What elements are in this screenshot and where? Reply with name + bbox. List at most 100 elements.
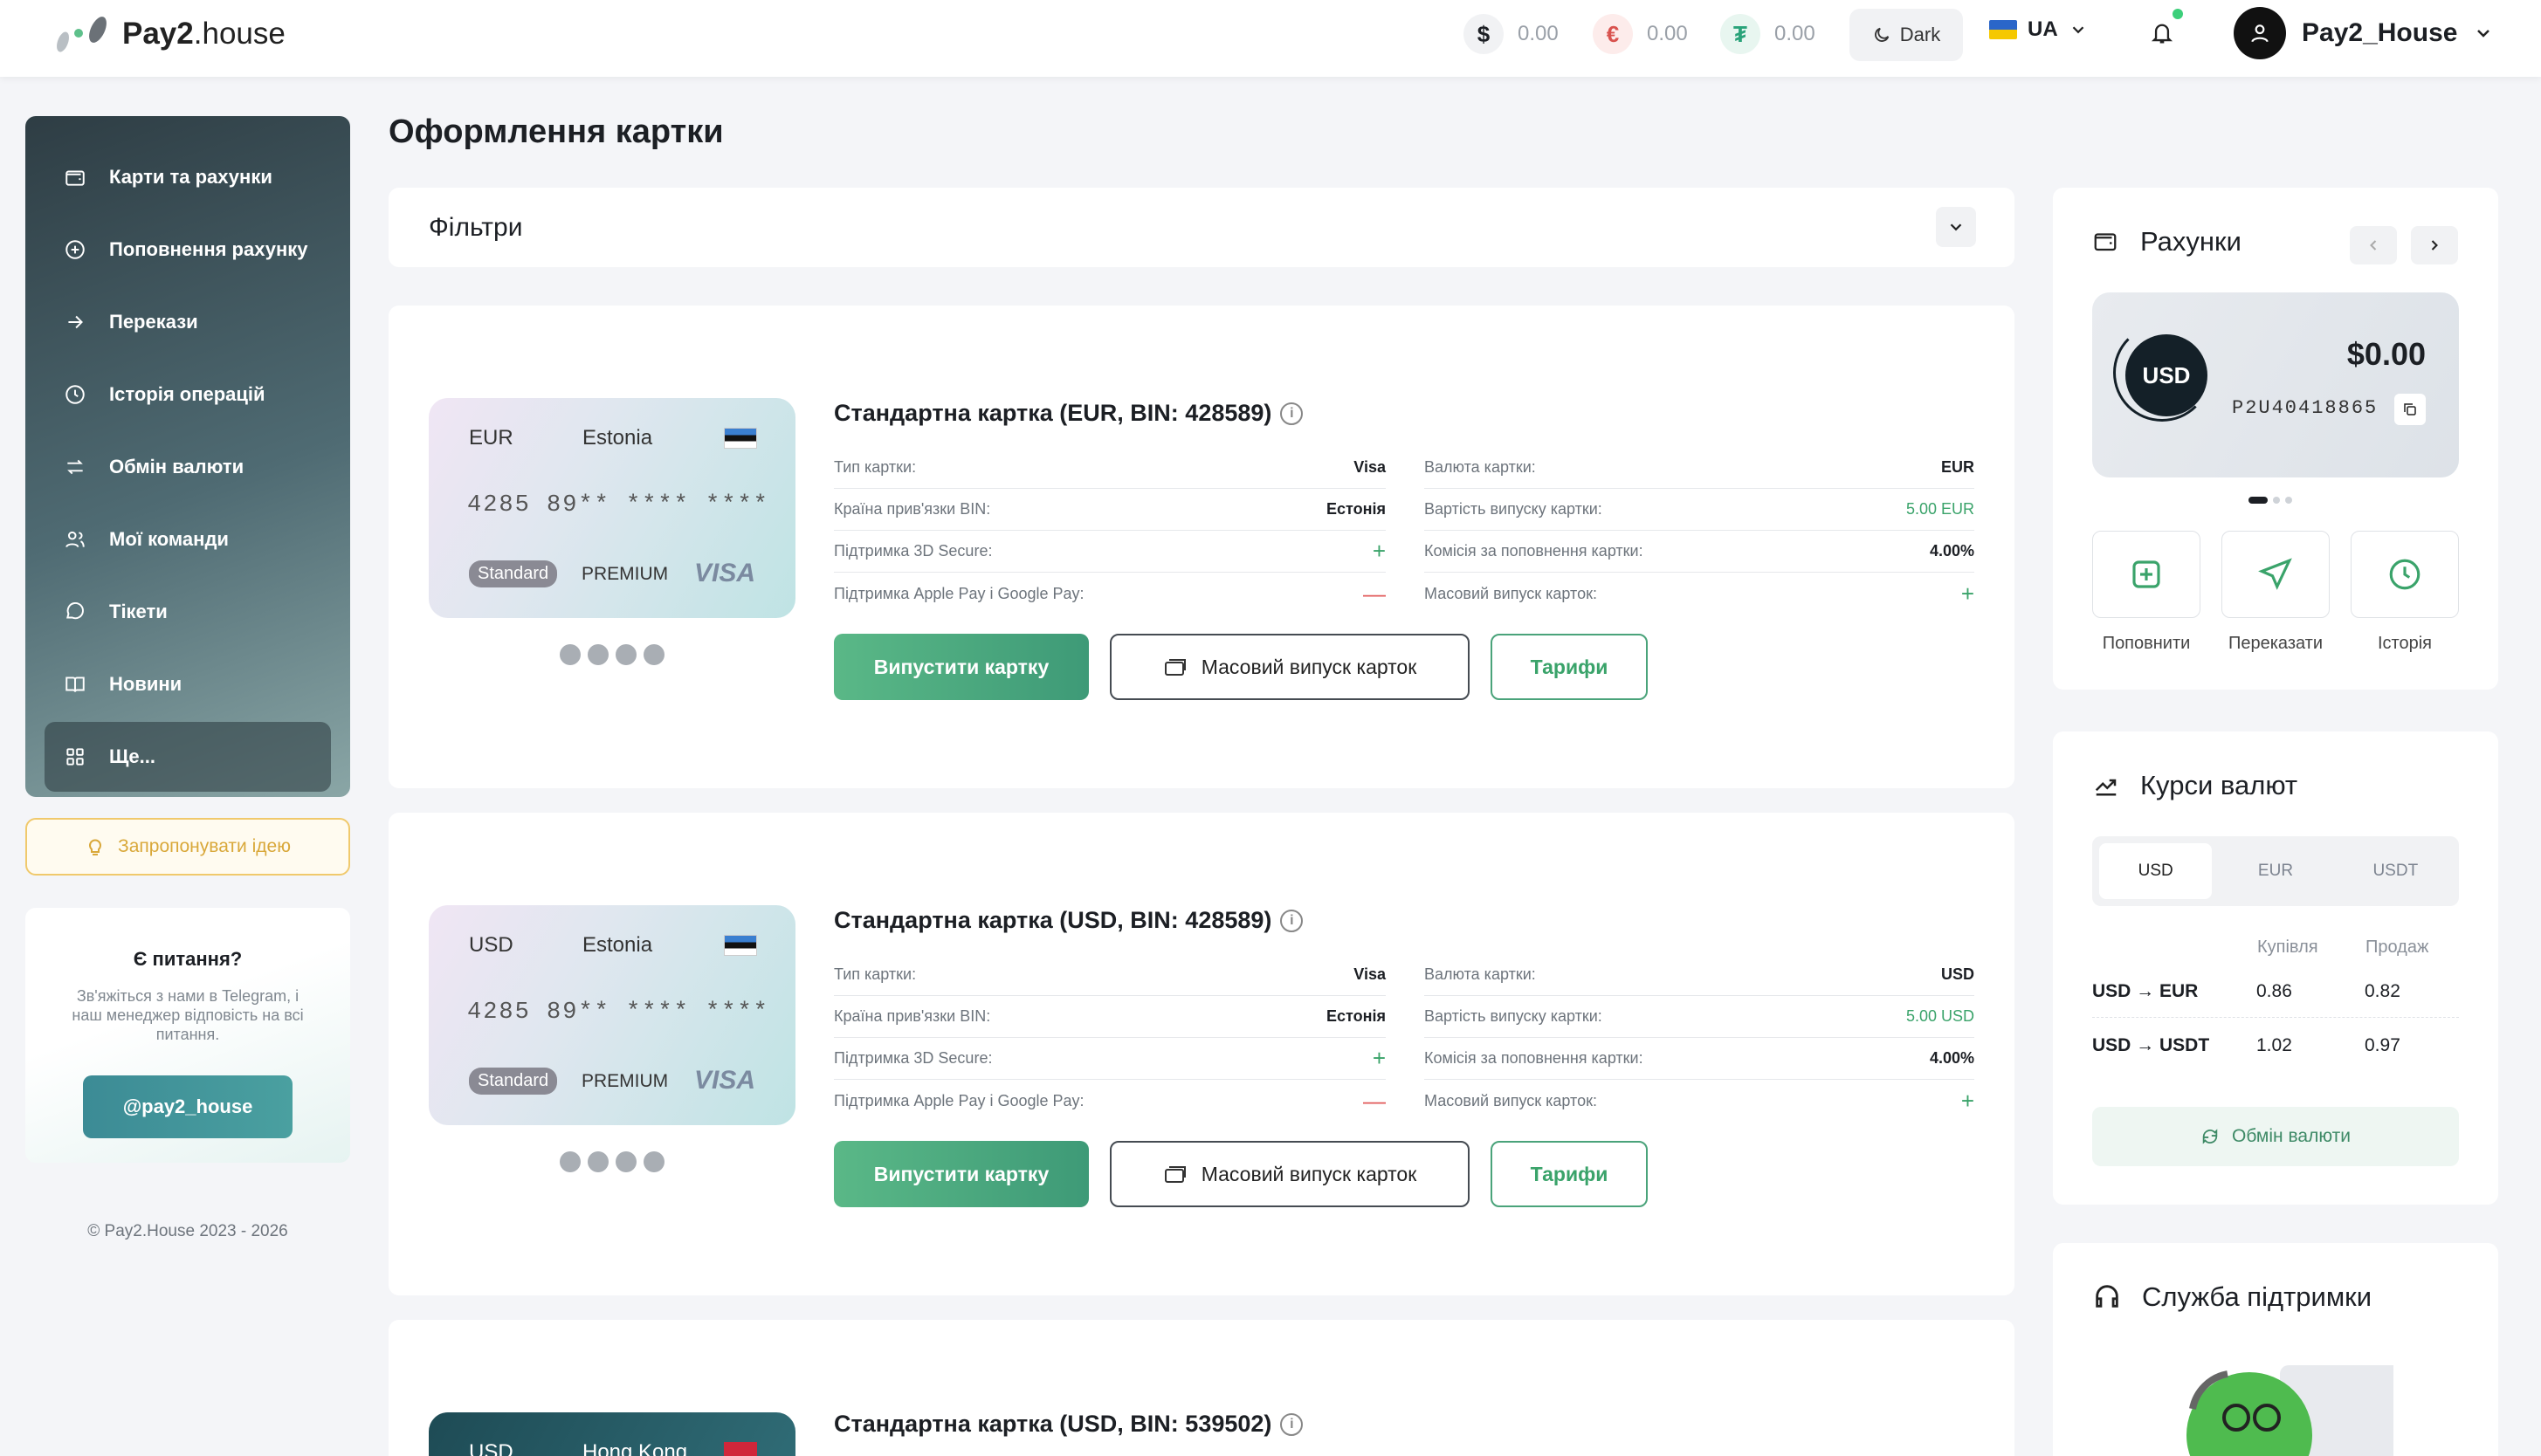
headset-icon <box>2096 1285 2118 1308</box>
exchange-button-label: Обмін валюти <box>2232 1126 2351 1146</box>
history-action[interactable]: Історія <box>2351 531 2459 654</box>
account-actions: Поповнити Переказати Історія <box>2092 531 2459 654</box>
tab-eur[interactable]: EUR <box>2219 843 2331 899</box>
minus-icon: — <box>1363 1087 1386 1114</box>
spec-row: Підтримка 3D Secure: + <box>834 531 1386 573</box>
sidebar-item-teams[interactable]: Мої команди <box>45 505 331 574</box>
notifications-button[interactable] <box>2138 9 2186 58</box>
card-number: 4285 89** **** **** <box>467 999 769 1026</box>
spec-value: 5.00 EUR <box>1905 500 1974 518</box>
service-icons <box>560 644 665 665</box>
balance-eur-value: 0.00 <box>1647 22 1688 45</box>
card-level: Standard <box>469 560 558 587</box>
spec-value: 4.00% <box>1929 1049 1974 1067</box>
transfer-action[interactable]: Переказати <box>2221 531 2330 654</box>
tab-usd[interactable]: USD <box>2099 843 2213 899</box>
users-icon <box>65 531 85 548</box>
exchange-button[interactable]: Обмін валюти <box>2092 1107 2459 1166</box>
wallet-icon <box>2094 233 2117 251</box>
spec-row: Підтримка Apple Pay і Google Pay: — <box>834 1080 1386 1122</box>
plus-icon: + <box>1960 580 1974 607</box>
brand-name: Pay2.house <box>122 17 286 51</box>
user-name: Pay2_House <box>2302 18 2458 47</box>
copy-icon[interactable] <box>2394 394 2426 425</box>
sidebar-item-label: Поповнення рахунку <box>109 238 308 260</box>
dollar-icon: $ <box>1463 14 1504 54</box>
spec-row: Валюта картки: USD <box>1424 954 1974 996</box>
currency-tabs: USD EUR USDT <box>2092 836 2459 906</box>
rate-sell: 0.82 <box>2365 981 2400 1001</box>
carousel-dot[interactable] <box>2285 497 2292 504</box>
user-menu[interactable]: Pay2_House <box>2234 7 2494 59</box>
mass-issue-button[interactable]: Масовий випуск карток <box>1110 1141 1470 1207</box>
exchange-rates-panel: Курси валют USD EUR USDT Купівля Продаж … <box>2053 731 2498 1205</box>
tariffs-button[interactable]: Тарифи <box>1491 1141 1648 1207</box>
card-tier: PREMIUM <box>582 1071 669 1091</box>
accounts-prev-button[interactable] <box>2350 226 2397 264</box>
spec-row: Валюта картки: EUR <box>1424 447 1974 489</box>
sidebar-item-history[interactable]: Історія операцій <box>45 360 331 429</box>
rate-pair: USD → USDT <box>2092 1035 2210 1055</box>
suggest-idea-button[interactable]: Запропонувати ідею <box>25 818 350 876</box>
sidebar-item-exchange[interactable]: Обмін валюти <box>45 432 331 502</box>
sidebar: Карти та рахунки Поповнення рахунку Пере… <box>25 116 350 797</box>
theme-toggle-button[interactable]: Dark <box>1849 9 1963 61</box>
carousel-dot[interactable] <box>2273 497 2280 504</box>
hong-kong-flag-icon <box>724 1442 757 1456</box>
exchange-icon <box>67 459 83 475</box>
sidebar-item-topup[interactable]: Поповнення рахунку <box>45 215 331 285</box>
topup-action[interactable]: Поповнити <box>2092 531 2200 654</box>
tab-usdt[interactable]: USDT <box>2339 843 2452 899</box>
issue-card-button[interactable]: Випустити картку <box>834 634 1089 700</box>
card-country: Estonia <box>582 426 653 450</box>
accounts-next-button[interactable] <box>2411 226 2458 264</box>
info-icon[interactable]: i <box>1280 402 1304 425</box>
account-card[interactable]: USD $0.00 P2U40418865 <box>2092 292 2459 477</box>
card-title: Стандартна картка (EUR, BIN: 428589) i <box>834 400 1304 427</box>
spec-label: Масовий випуск карток: <box>1424 584 1597 602</box>
card-specs-right: Валюта картки: USD Вартість випуску картк… <box>1424 954 1974 1122</box>
sidebar-item-transfers[interactable]: Перекази <box>45 287 331 357</box>
sidebar-item-cards[interactable]: Карти та рахунки <box>45 142 331 212</box>
balance-usdt: ₮ 0.00 <box>1720 14 1815 54</box>
filters-panel[interactable]: Фільтри <box>389 188 2014 267</box>
sidebar-item-news[interactable]: Новини <box>45 649 331 719</box>
carousel-dots <box>2248 497 2292 504</box>
visa-logo: VISA <box>693 1066 755 1095</box>
bell-icon <box>2151 24 2173 44</box>
info-icon[interactable]: i <box>1280 909 1304 932</box>
accounts-panel: Рахунки USD $0.00 P2U40418865 Поповнити … <box>2053 188 2498 690</box>
mass-issue-button[interactable]: Масовий випуск карток <box>1110 634 1470 700</box>
spec-label: Масовий випуск карток: <box>1424 1091 1597 1109</box>
ukraine-flag-icon <box>1989 20 2017 39</box>
filters-toggle-button[interactable] <box>1936 207 1976 247</box>
balance-eur: € 0.00 <box>1593 14 1688 54</box>
card-specs-right: Валюта картки: EUR Вартість випуску картк… <box>1424 447 1974 615</box>
logo[interactable]: Pay2.house <box>52 12 286 56</box>
spec-row: Масовий випуск карток: + <box>1424 573 1974 615</box>
google-icon <box>588 644 609 665</box>
card-offer: USD Hong Kong Стандартна картка (USD, BI… <box>389 1320 2014 1456</box>
logo-mark-icon <box>52 12 110 56</box>
add-square-icon <box>2132 560 2160 588</box>
sidebar-item-tickets[interactable]: Тікети <box>45 577 331 647</box>
account-number: P2U40418865 <box>2232 397 2379 419</box>
spec-value: Visa <box>1353 458 1386 476</box>
rate-row: USD → USDT 1.02 0.97 <box>2092 1020 2459 1072</box>
language-label: UA <box>2028 17 2058 41</box>
chevron-left-icon <box>2370 240 2377 251</box>
rate-pair: USD → EUR <box>2092 981 2199 1001</box>
facebook-icon <box>560 644 581 665</box>
sidebar-item-more[interactable]: Ще... <box>45 722 331 792</box>
sidebar-item-label: Карти та рахунки <box>109 166 272 188</box>
card-preview: USD Estonia 4285 89** **** **** Standard… <box>429 905 795 1125</box>
spec-row: Вартість випуску картки: 5.00 EUR <box>1424 489 1974 531</box>
tariffs-button[interactable]: Тарифи <box>1491 634 1648 700</box>
info-icon[interactable]: i <box>1280 1412 1304 1436</box>
telegram-button[interactable]: @pay2_house <box>83 1075 293 1138</box>
spec-row: Країна прив'язки BIN: Естонія <box>834 996 1386 1038</box>
carousel-dot[interactable] <box>2248 497 2268 504</box>
issue-card-button[interactable]: Випустити картку <box>834 1141 1089 1207</box>
card-preview: USD Hong Kong <box>429 1412 795 1456</box>
language-select[interactable]: UA <box>1989 17 2088 42</box>
